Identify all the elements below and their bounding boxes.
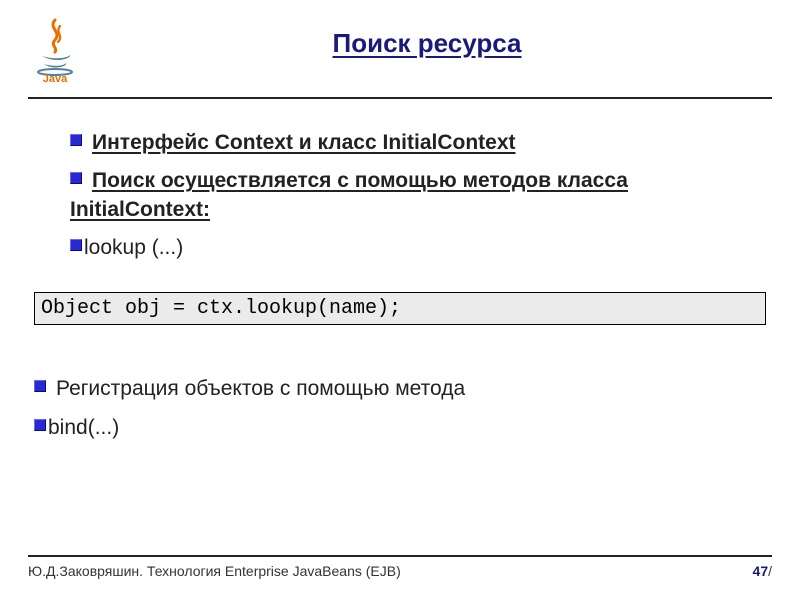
code-box: Object obj = ctx.lookup(name);	[34, 292, 766, 325]
bullet-icon	[34, 419, 46, 431]
page-title: Поиск ресурса	[333, 28, 522, 59]
bullet-icon	[34, 380, 46, 392]
bullet-text-4: Регистрация объектов с помощью метода	[56, 375, 465, 403]
logo-text: Java	[43, 73, 68, 84]
bullet-icon	[70, 239, 82, 251]
bullet-row-5: bind(...)	[34, 414, 766, 442]
bullet-row-2: Поиск осуществляется с помощью методов к…	[70, 167, 766, 224]
java-logo: Java	[28, 18, 82, 89]
page-number: 47	[753, 563, 769, 579]
content-indented: Интерфейс Context и класс InitialContext…	[28, 129, 772, 262]
page-separator: /	[768, 563, 772, 579]
bullet-text-3: lookup (...)	[84, 234, 183, 262]
bullet-text-2b: InitialContext:	[70, 196, 766, 224]
bullet-text-2a: Поиск осуществляется с помощью методов к…	[92, 167, 628, 195]
bullet-row-3: lookup (...)	[70, 234, 766, 262]
bullet-row-4: Регистрация объектов с помощью метода	[34, 375, 766, 403]
footer: Ю.Д.Заковряшин. Технология Enterprise Ja…	[28, 555, 772, 579]
footer-author: Ю.Д.Заковряшин. Технология Enterprise Ja…	[28, 563, 401, 579]
footer-divider	[28, 555, 772, 557]
bullet-row-1: Интерфейс Context и класс InitialContext	[70, 129, 766, 157]
bullet-text-1: Интерфейс Context и класс InitialContext	[92, 129, 516, 157]
title-wrap: Поиск ресурса	[82, 18, 772, 59]
content-outer: Object obj = ctx.lookup(name); Регистрац…	[28, 292, 772, 442]
bullet-icon	[70, 134, 82, 146]
bullet-icon	[70, 172, 82, 184]
slide: Java Поиск ресурса Интерфейс Context и к…	[0, 0, 800, 599]
footer-page: 47/	[753, 563, 772, 579]
header: Java Поиск ресурса	[28, 18, 772, 89]
header-divider	[28, 97, 772, 99]
bullet-text-5: bind(...)	[48, 414, 119, 442]
footer-row: Ю.Д.Заковряшин. Технология Enterprise Ja…	[28, 563, 772, 579]
